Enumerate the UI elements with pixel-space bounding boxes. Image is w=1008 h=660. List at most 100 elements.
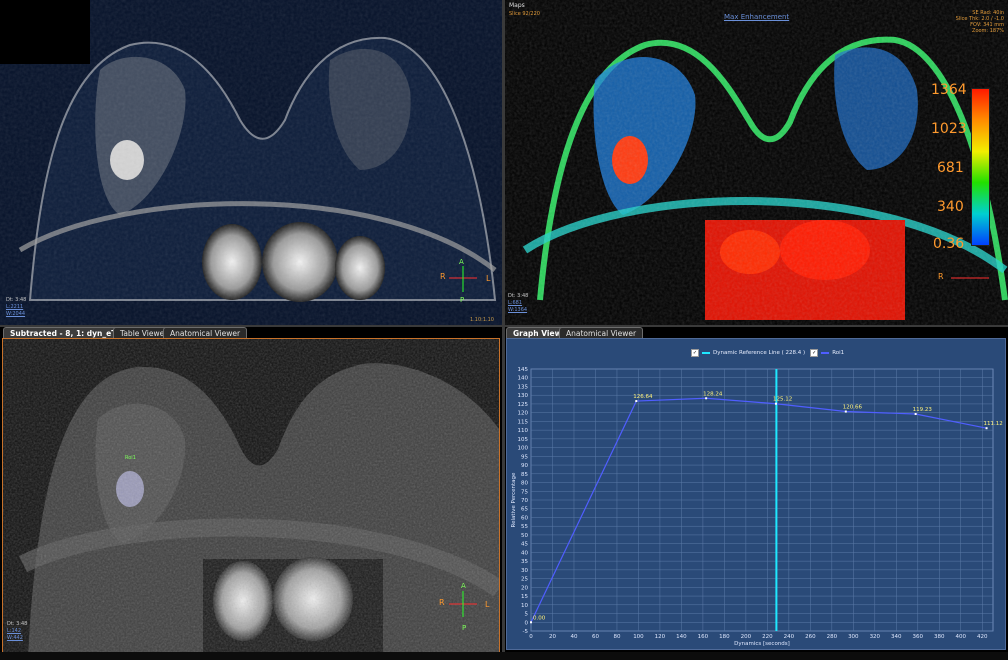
legend-label-reference: Dynamic Reference Line ( 228.4 ) (713, 349, 806, 356)
y-tick-label: 125 (518, 402, 529, 408)
data-point (914, 413, 917, 416)
orient-posterior: P (462, 624, 467, 632)
data-label: 111.12 (984, 421, 1003, 427)
series-points: 0.00 126.64 128.24 125.12 120.66 119.23 111.12 (530, 391, 1003, 624)
x-axis-label: Dynamics [seconds] (734, 641, 790, 647)
mri-image-max-enhancement (505, 0, 1008, 325)
data-point (635, 400, 638, 403)
orient-anterior: A (459, 258, 464, 266)
data-point (705, 397, 708, 400)
viewport-subtracted[interactable]: Subtracted - 8, 1: dyn_eTHRIVE Table Vie… (0, 327, 502, 660)
x-tick-label: 0 (529, 634, 533, 640)
y-tick-label: 115 (518, 419, 529, 425)
maps-title: Maps (509, 2, 525, 9)
y-tick-label: 15 (521, 594, 528, 600)
data-point (774, 402, 777, 405)
mri-image-source (0, 0, 502, 325)
y-tick-label: 105 (518, 437, 529, 443)
dt-label: Dt: 3:48 (7, 621, 28, 627)
orient-left: L (486, 274, 491, 283)
data-label: 125.12 (773, 397, 792, 403)
y-tick-label: 100 (518, 446, 529, 452)
x-tick-label: 200 (741, 634, 752, 640)
data-point (844, 410, 847, 413)
x-tick-label: 240 (784, 634, 795, 640)
x-axis-ticks: 0 20 40 60 80 100 120 140 160 180 200 220 240 260 280 3… (529, 634, 988, 640)
x-tick-label: 160 (698, 634, 709, 640)
y-tick-label: 60 (521, 515, 528, 521)
x-tick-label: 80 (613, 634, 620, 640)
x-tick-label: 20 (549, 634, 556, 640)
y-tick-label: 55 (521, 524, 528, 530)
y-tick-label: 95 (521, 454, 528, 460)
series-line-roi1 (530, 397, 987, 623)
scale-label-3: 681 (937, 160, 964, 176)
y-tick-label: 90 (521, 463, 528, 469)
x-tick-label: 420 (977, 634, 988, 640)
x-tick-label: 100 (633, 634, 644, 640)
x-tick-label: 60 (592, 634, 599, 640)
y-tick-label: 25 (521, 577, 528, 583)
image-frame: Roi1 Dt: 3:48 L:142 W:442 R L A P (2, 338, 500, 658)
viewport-source[interactable]: Dt: 3:48 L:2211 W:2044 1.10:1.10 R L A P (0, 0, 502, 325)
y-tick-label: 5 (525, 612, 529, 618)
x-tick-label: 300 (848, 634, 859, 640)
window-link[interactable]: W:442 (7, 635, 23, 641)
y-tick-label: 40 (521, 550, 528, 556)
y-tick-label: -5 (523, 629, 529, 635)
data-label: 120.66 (843, 405, 863, 411)
level-link[interactable]: L:2211 (6, 304, 23, 310)
window-link[interactable]: W:1364 (508, 307, 527, 313)
scale-label-4: 340 (937, 199, 964, 215)
y-tick-label: 145 (518, 367, 529, 373)
x-tick-label: 140 (676, 634, 687, 640)
slice-label: Slice 92/220 (509, 11, 540, 17)
dt-label: Dt: 3:48 (508, 293, 529, 299)
legend-label-roi: Roi1 (832, 349, 845, 356)
crosshair-icon (449, 266, 477, 292)
viewport-graph[interactable]: Graph Viewer Anatomical Viewer -5 0 5 10 15 2… (505, 327, 1008, 660)
orient-anterior: A (461, 582, 466, 590)
level-link[interactable]: L:681 (508, 300, 522, 306)
window-link[interactable]: W:2044 (6, 311, 25, 317)
orient-posterior: P (460, 296, 465, 304)
legend-checkbox-roi[interactable]: ✓ (810, 348, 819, 357)
mri-image-subtracted (3, 339, 499, 657)
level-link[interactable]: L:142 (7, 628, 21, 634)
data-point (985, 427, 988, 430)
scale-label-max: 1364 (931, 82, 967, 98)
y-tick-label: 135 (518, 384, 529, 390)
y-axis-label: Relative Percentage (511, 472, 517, 527)
y-tick-label: 0 (525, 620, 529, 626)
legend-swatch-roi (821, 351, 830, 354)
orient-left: L (485, 600, 490, 609)
x-tick-label: 340 (891, 634, 902, 640)
y-tick-label: 75 (521, 489, 528, 495)
crosshair-icon (951, 277, 989, 279)
y-tick-label: 85 (521, 472, 528, 478)
x-tick-label: 180 (719, 634, 730, 640)
y-axis-ticks: -5 0 5 10 15 20 25 30 35 40 45 50 55 60 65 70 75 80 85 90 95… (518, 367, 529, 635)
y-tick-label: 50 (521, 533, 528, 539)
legend-swatch-reference (702, 351, 710, 354)
dt-label: Dt: 3:48 (6, 297, 27, 303)
roi-label[interactable]: Roi1 (125, 455, 136, 461)
y-tick-label: 30 (521, 568, 528, 574)
y-tick-label: 140 (518, 376, 529, 382)
legend-checkbox-reference[interactable]: ✓ (691, 348, 699, 357)
crosshair-icon (449, 591, 477, 617)
viewport-maps[interactable]: Maps Slice 92/220 Max Enhancement SE Rad… (505, 0, 1008, 325)
data-point (530, 621, 532, 624)
data-label: 128.24 (703, 391, 723, 397)
y-tick-label: 70 (521, 498, 528, 504)
info-3: Zoom: 187% (972, 28, 1004, 34)
y-tick-label: 80 (521, 481, 528, 487)
x-tick-label: 400 (956, 634, 967, 640)
map-title-link[interactable]: Max Enhancement (724, 13, 789, 21)
graph-panel: -5 0 5 10 15 20 25 30 35 40 45 50 55 60 65 70 75 80 85 90 95… (506, 338, 1006, 650)
orient-right: R (938, 272, 944, 281)
y-tick-label: 110 (518, 428, 529, 434)
y-tick-label: 35 (521, 559, 528, 565)
scale-label-2: 1023 (931, 121, 967, 137)
y-tick-label: 10 (521, 603, 528, 609)
